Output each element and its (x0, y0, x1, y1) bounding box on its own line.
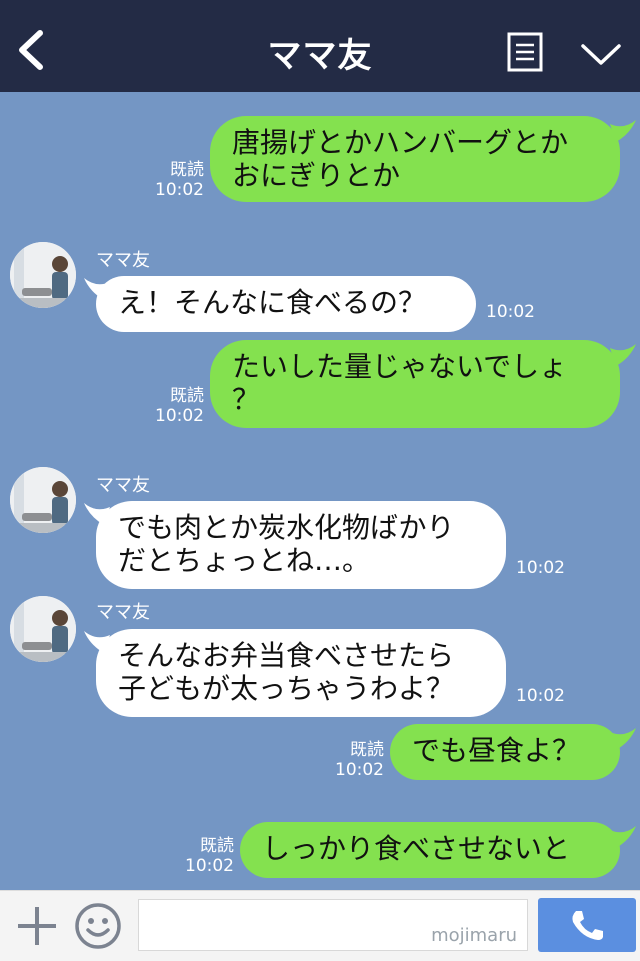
sender-name: ママ友 (96, 475, 150, 496)
chat-title: ママ友 (267, 36, 373, 76)
message-time: 10:02 (155, 406, 204, 426)
bubble-tail (610, 120, 636, 142)
message-time: 10:02 (335, 760, 384, 780)
message-bubble-sent[interactable]: たいした量じゃないでしょ ？ (210, 340, 620, 428)
bubble-tail (610, 826, 636, 848)
message-meta: 既読 10:02 (330, 740, 384, 780)
message-line: 子どもが太っちゃうわよ？ (118, 672, 455, 705)
message-time: 10:02 (516, 558, 565, 578)
sender-name: ママ友 (96, 250, 150, 271)
message-bubble-received[interactable]: でも肉とか炭水化物ばかり だとちょっとね…。 (96, 501, 506, 589)
smile-icon[interactable] (74, 902, 122, 950)
watermark-text: mojimaru (431, 925, 517, 946)
read-label: 既読 (170, 386, 204, 406)
message-line: たいした量じゃないでしょ (232, 350, 568, 383)
phone-icon (572, 911, 603, 940)
message-line: ？ (232, 383, 261, 416)
message-bubble-sent[interactable]: でも昼食よ？ (390, 724, 620, 780)
message-line: 唐揚げとかハンバーグとか (232, 126, 569, 159)
message-line: そんなお弁当食べさせたら (118, 639, 455, 672)
read-label: 既読 (350, 740, 384, 760)
message-line: おにぎりとか (232, 159, 401, 192)
message-line: え！そんなに食べるの？ (118, 286, 427, 319)
message-bubble-received[interactable]: そんなお弁当食べさせたら 子どもが太っちゃうわよ？ (96, 629, 506, 717)
message-bubble-sent[interactable]: しっかり食べさせないと (240, 822, 620, 878)
message-line: でも昼食よ？ (412, 734, 581, 767)
contact-avatar[interactable] (10, 242, 76, 308)
sender-name: ママ友 (96, 602, 150, 623)
contact-avatar[interactable] (10, 467, 76, 533)
message-input[interactable]: mojimaru (138, 899, 528, 951)
message-meta: 既読 10:02 (150, 160, 204, 200)
message-line: しっかり食べさせないと (262, 832, 571, 865)
contact-avatar[interactable] (10, 596, 76, 662)
avatar-photo (10, 596, 76, 662)
message-meta: 既読 10:02 (150, 386, 204, 426)
read-label: 既読 (170, 160, 204, 180)
message-meta: 既読 10:02 (180, 836, 234, 876)
message-time: 10:02 (486, 302, 535, 322)
notes-icon[interactable] (507, 32, 543, 72)
message-bubble-received[interactable]: え！そんなに食べるの？ (96, 276, 476, 332)
read-label: 既読 (200, 836, 234, 856)
message-time: 10:02 (185, 856, 234, 876)
bubble-tail (610, 344, 636, 366)
message-line: だとちょっとね…。 (118, 544, 371, 577)
plus-icon[interactable] (16, 905, 58, 947)
bubble-tail (610, 728, 636, 750)
message-bubble-sent[interactable]: 唐揚げとかハンバーグとか おにぎりとか (210, 116, 620, 202)
chevron-down-icon[interactable] (580, 42, 622, 68)
message-time: 10:02 (155, 180, 204, 200)
avatar-photo (10, 242, 76, 308)
chat-header: ママ友 (0, 0, 640, 92)
message-line: でも肉とか炭水化物ばかり (118, 511, 455, 544)
message-time: 10:02 (516, 686, 565, 706)
call-button[interactable] (538, 898, 636, 952)
avatar-photo (10, 467, 76, 533)
input-bar: mojimaru (0, 890, 640, 961)
